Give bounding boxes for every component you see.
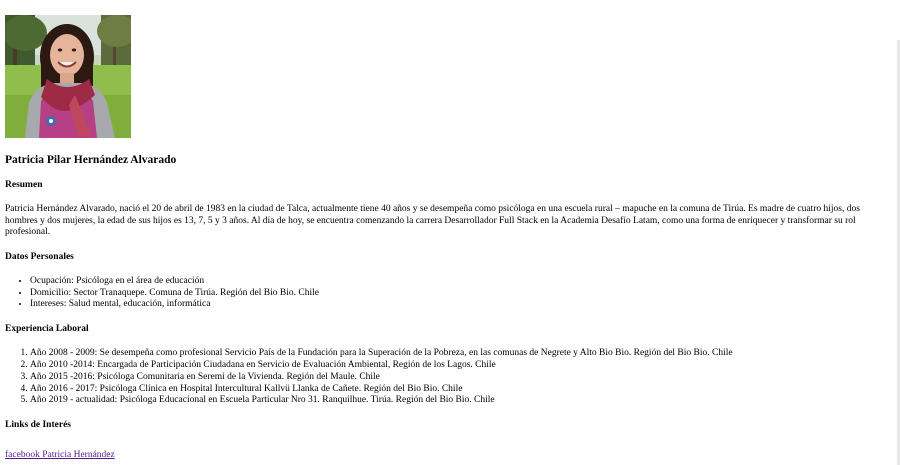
datos-list: Ocupación: Psicóloga en el área de educa… (5, 276, 885, 311)
links-block: facebook Patricia Hernández (5, 444, 885, 462)
list-item: Año 2019 - actualidad: Psicóloga Educaci… (30, 395, 885, 407)
cv-page: Patricia Pilar Hernández Alvarado Resume… (5, 15, 885, 462)
resumen-heading: Resumen (5, 180, 43, 190)
list-item: Intereses: Salud mental, educación, info… (30, 299, 885, 311)
list-item: Ocupación: Psicóloga en el área de educa… (30, 276, 885, 288)
list-item: Domicilio: Sector Tranaquepe. Comuna de … (30, 288, 885, 300)
list-item: Año 2008 - 2009: Se desempeña como profe… (30, 348, 885, 360)
resumen-text: Patricia Hernández Alvarado, nació el 20… (5, 204, 860, 238)
list-item: Año 2015 -2016: Psicóloga Comunitaria en… (30, 372, 885, 384)
list-item: Año 2010 -2014: Encargada de Participaci… (30, 360, 885, 372)
datos-heading: Datos Personales (5, 251, 74, 262)
facebook-link[interactable]: facebook Patricia Hernández (5, 450, 115, 460)
profile-photo (5, 15, 131, 138)
person-name: Patricia Pilar Hernández Alvarado (5, 154, 177, 166)
links-heading: Links de Interés (5, 420, 71, 431)
experiencia-list: Año 2008 - 2009: Se desempeña como profe… (5, 348, 885, 407)
list-item: Año 2016 - 2017: Psicóloga Clínica en Ho… (30, 384, 885, 396)
experiencia-heading: Experiencia Laboral (5, 324, 89, 335)
